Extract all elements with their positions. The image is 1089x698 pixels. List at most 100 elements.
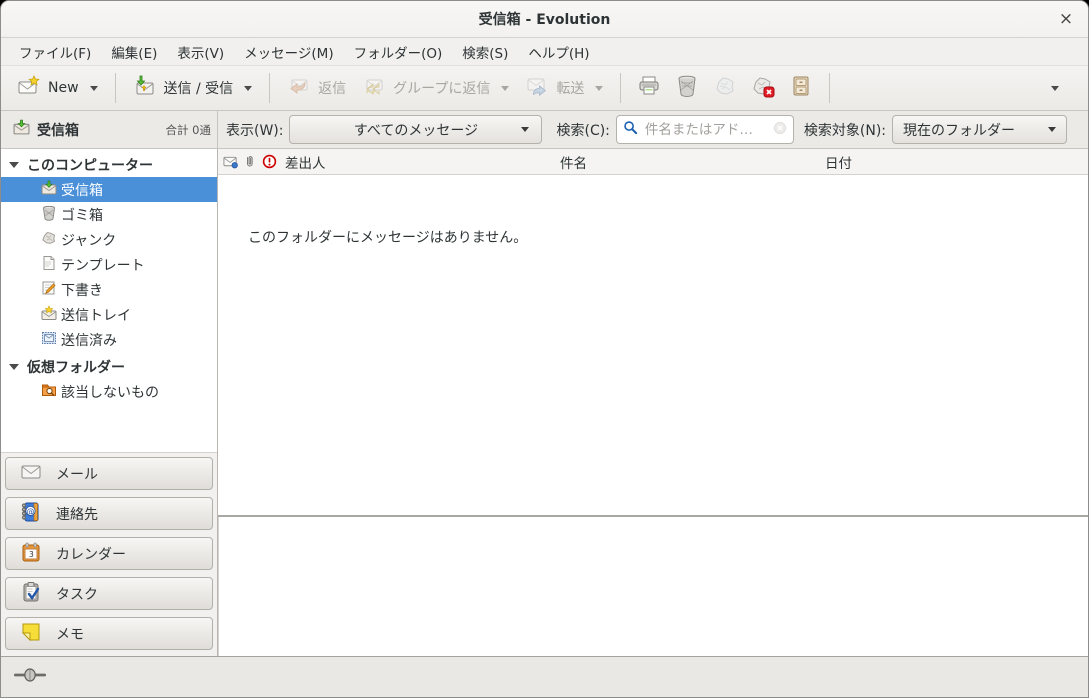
folder-total-count: 合計 0通 [166, 122, 211, 138]
chevron-down-icon[interactable] [595, 86, 603, 91]
group-reply-button[interactable]: グループに返信 [354, 68, 517, 108]
empty-folder-message: このフォルダーにメッセージはありません。 [248, 227, 527, 247]
new-mail-icon [17, 74, 41, 102]
search-entry[interactable] [616, 115, 794, 144]
search-folder-icon [41, 382, 57, 402]
toolbar-separator [620, 73, 621, 103]
sidebar-item-junk[interactable]: ジャンク [1, 227, 217, 252]
chevron-down-icon [521, 127, 529, 132]
not-junk-icon [751, 74, 775, 102]
sidebar-item-label: 該当しないもの [61, 382, 159, 402]
sidebar-item-unmatched[interactable]: 該当しないもの [1, 379, 217, 404]
column-header-from[interactable]: 差出人 [285, 152, 326, 172]
priority-column-icon[interactable] [262, 154, 277, 169]
current-folder-header: 受信箱 合計 0通 [1, 111, 218, 148]
contacts-icon: @ [20, 501, 42, 527]
sidebar-item-inbox[interactable]: 受信箱 [1, 177, 217, 202]
sidebar-item-drafts[interactable]: 下書き [1, 277, 217, 302]
menu-search[interactable]: 検索(S) [452, 39, 518, 65]
show-filter-dropdown[interactable]: すべてのメッセージ [289, 115, 542, 144]
preview-pane [218, 517, 1088, 656]
column-header-subject[interactable]: 件名 [560, 152, 587, 172]
not-junk-button[interactable] [744, 68, 782, 108]
menu-file[interactable]: ファイル(F) [9, 39, 101, 65]
menu-help[interactable]: ヘルプ(H) [518, 39, 599, 65]
menu-edit[interactable]: 編集(E) [101, 39, 167, 65]
switcher-memos-button[interactable]: メモ [5, 617, 213, 650]
search-scope-dropdown[interactable]: 現在のフォルダー [892, 115, 1067, 144]
inbox-icon [13, 119, 30, 140]
tree-group-this-computer[interactable]: このコンピューター [1, 152, 217, 177]
folder-tree: このコンピューター 受信箱 ゴミ箱 ジャンク テンプレート [1, 149, 217, 452]
sidebar-item-label: ジャンク [61, 230, 116, 250]
folder-sidebar: このコンピューター 受信箱 ゴミ箱 ジャンク テンプレート [1, 149, 218, 656]
search-input[interactable] [643, 121, 773, 139]
chevron-down-icon[interactable] [90, 86, 98, 91]
reply-icon [287, 74, 311, 102]
sidebar-item-label: 送信済み [61, 330, 117, 350]
attachment-column-icon[interactable] [243, 154, 257, 169]
expander-triangle-icon[interactable] [9, 364, 19, 370]
tree-group-search-folders[interactable]: 仮想フォルダー [1, 354, 217, 379]
switcher-calendar-button[interactable]: 3 カレンダー [5, 537, 213, 570]
expander-triangle-icon[interactable] [9, 162, 19, 168]
current-folder-name: 受信箱 [37, 120, 79, 140]
sidebar-item-label: ゴミ箱 [61, 205, 103, 225]
filter-bar: 受信箱 合計 0通 表示(W): すべてのメッセージ 検索(C): 検索対象(N… [1, 111, 1088, 149]
reply-button[interactable]: 返信 [279, 68, 354, 108]
toolbar-separator [115, 73, 116, 103]
send-receive-icon [133, 74, 157, 102]
send-receive-label: 送信 / 受信 [164, 78, 234, 98]
sidebar-item-sent[interactable]: 送信済み [1, 327, 217, 352]
junk-button[interactable] [706, 68, 744, 108]
reply-label: 返信 [318, 78, 346, 98]
switcher-label: タスク [56, 584, 98, 604]
trash-icon [41, 205, 57, 225]
tasks-icon [20, 581, 42, 607]
svg-text:3: 3 [29, 550, 34, 559]
column-header-date[interactable]: 日付 [825, 152, 852, 172]
message-status-column-icon[interactable] [223, 154, 238, 169]
switcher-label: メール [56, 464, 98, 484]
forward-label: 転送 [556, 78, 584, 98]
online-status-icon[interactable] [13, 667, 47, 687]
switcher-mail-button[interactable]: メール [5, 457, 213, 490]
archive-button[interactable] [782, 68, 820, 108]
chevron-down-icon [1051, 86, 1059, 91]
print-button[interactable] [630, 68, 668, 108]
clear-search-icon[interactable] [773, 121, 787, 139]
component-switcher: メール @ 連絡先 3 カレンダー タスク メモ [1, 452, 217, 656]
switcher-contacts-button[interactable]: @ 連絡先 [5, 497, 213, 530]
send-receive-button[interactable]: 送信 / 受信 [125, 68, 261, 108]
close-button[interactable]: × [1054, 7, 1078, 31]
new-message-button[interactable]: New [9, 68, 106, 108]
delete-button[interactable] [668, 68, 706, 108]
tree-group-label: このコンピューター [27, 155, 153, 175]
menu-message[interactable]: メッセージ(M) [234, 39, 343, 65]
template-icon [41, 255, 57, 275]
toolbar-overflow-button[interactable] [1044, 80, 1066, 97]
forward-button[interactable]: 転送 [517, 68, 611, 108]
message-list[interactable]: このフォルダーにメッセージはありません。 [218, 175, 1088, 515]
sidebar-item-label: テンプレート [61, 255, 145, 275]
tree-group-label: 仮想フォルダー [27, 357, 125, 377]
sidebar-item-trash[interactable]: ゴミ箱 [1, 202, 217, 227]
new-button-label: New [48, 80, 79, 96]
sidebar-item-templates[interactable]: テンプレート [1, 252, 217, 277]
sidebar-item-outbox[interactable]: 送信トレイ [1, 302, 217, 327]
outbox-icon [41, 305, 57, 325]
switcher-tasks-button[interactable]: タスク [5, 577, 213, 610]
chevron-down-icon[interactable] [244, 86, 252, 91]
search-scope-label: 検索対象(N): [804, 120, 886, 140]
main-area: このコンピューター 受信箱 ゴミ箱 ジャンク テンプレート [1, 149, 1088, 656]
sent-icon [41, 330, 57, 350]
memos-icon [20, 621, 42, 647]
menu-folder[interactable]: フォルダー(O) [344, 39, 453, 65]
sidebar-item-label: 下書き [61, 280, 103, 300]
chevron-down-icon[interactable] [501, 86, 509, 91]
search-label: 検索(C): [556, 120, 609, 140]
show-filter-label: 表示(W): [226, 120, 283, 140]
menu-view[interactable]: 表示(V) [167, 39, 234, 65]
junk-icon [41, 230, 57, 250]
archive-icon [789, 74, 813, 102]
